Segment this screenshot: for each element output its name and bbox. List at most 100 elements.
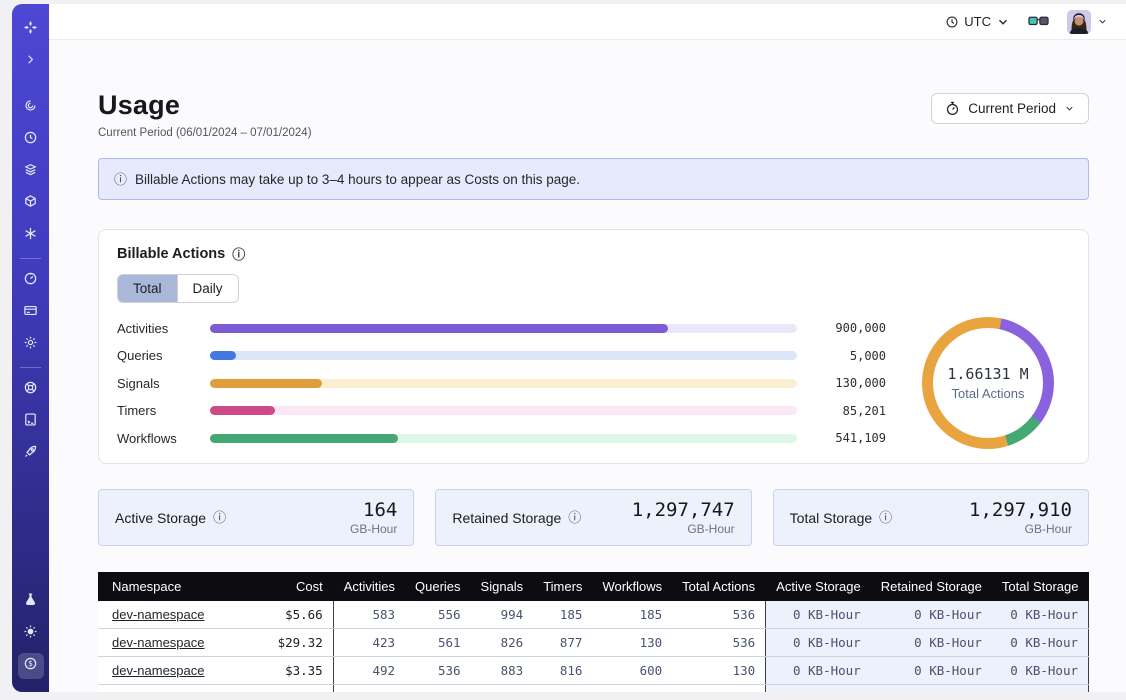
info-icon[interactable]: ⓘ bbox=[213, 511, 226, 524]
sidebar-item-docs[interactable] bbox=[18, 409, 44, 435]
stopwatch-icon bbox=[945, 101, 960, 116]
bar-fill bbox=[210, 351, 236, 360]
info-banner: ⓘ Billable Actions may take up to 3–4 ho… bbox=[98, 158, 1089, 200]
column-header-workflows[interactable]: Workflows bbox=[592, 572, 672, 601]
info-icon: ⓘ bbox=[114, 173, 127, 186]
column-header-signals[interactable]: Signals bbox=[471, 572, 534, 601]
bar-value: 130,000 bbox=[810, 376, 886, 390]
labs-flask-icon bbox=[23, 592, 38, 612]
table-cell: 0 KB-Hour bbox=[766, 629, 871, 657]
bar-value: 541,109 bbox=[810, 431, 886, 445]
info-banner-text: Billable Actions may take up to 3–4 hour… bbox=[135, 172, 580, 187]
storage-card-label-text: Total Storage bbox=[790, 510, 873, 526]
table-cell bbox=[333, 685, 405, 693]
bar-value: 900,000 bbox=[810, 321, 886, 335]
page-title: Usage bbox=[98, 90, 312, 121]
sidebar-item-collapse[interactable] bbox=[18, 49, 44, 75]
period-selector-button[interactable]: Current Period bbox=[931, 93, 1089, 124]
docs-icon bbox=[23, 412, 38, 432]
tab-total[interactable]: Total bbox=[118, 275, 177, 302]
table-cell: 883 bbox=[471, 657, 534, 685]
tab-daily[interactable]: Daily bbox=[177, 275, 238, 302]
table-cell: 185 bbox=[592, 601, 672, 629]
sidebar-item-schedules[interactable] bbox=[18, 127, 44, 153]
namespace-usage-table: NamespaceCostActivitiesQueriesSignalsTim… bbox=[98, 572, 1089, 692]
theme-sun-icon bbox=[23, 624, 38, 644]
table-cell bbox=[992, 685, 1089, 693]
total-actions-donut: 1.66131 M Total Actions bbox=[922, 317, 1054, 449]
table-row: dev-namespace$3.354925368838166001300 KB… bbox=[98, 657, 1089, 685]
sidebar-item-currency[interactable]: $ bbox=[18, 653, 44, 679]
glasses-icon[interactable] bbox=[1028, 14, 1049, 29]
table-cell: 0 KB-Hour bbox=[871, 601, 992, 629]
sidebar-item-labs-flask[interactable] bbox=[18, 589, 44, 615]
sidebar-item-billing-card[interactable] bbox=[18, 300, 44, 326]
timezone-selector[interactable]: UTC bbox=[945, 14, 1010, 29]
bar-track bbox=[210, 351, 797, 360]
currency-icon: $ bbox=[23, 656, 38, 676]
sidebar-item-temporal-logo[interactable] bbox=[18, 17, 44, 43]
top-bar: UTC bbox=[49, 4, 1126, 40]
table-cell: 185 bbox=[533, 601, 592, 629]
table-cell: 0 KB-Hour bbox=[992, 601, 1089, 629]
donut-total-label: Total Actions bbox=[952, 386, 1025, 401]
table-cell bbox=[268, 685, 334, 693]
column-header-namespace[interactable]: Namespace bbox=[98, 572, 268, 601]
column-header-total-actions[interactable]: Total Actions bbox=[672, 572, 766, 601]
storage-card-value: 1,297,747 bbox=[632, 499, 735, 521]
bar-row-workflows: Workflows 541,109 bbox=[117, 431, 886, 446]
sidebar-item-theme-sun[interactable] bbox=[18, 621, 44, 647]
clock-icon bbox=[945, 15, 959, 29]
billable-actions-title: Billable Actions bbox=[117, 246, 225, 262]
storage-card-active-storage: Active Storageⓘ164GB-Hour bbox=[98, 489, 414, 546]
column-header-timers[interactable]: Timers bbox=[533, 572, 592, 601]
sidebar-item-support-lifebuoy[interactable] bbox=[18, 377, 44, 403]
sidebar-item-usage-gauge[interactable] bbox=[18, 268, 44, 294]
sidebar-item-settings-gear[interactable] bbox=[18, 332, 44, 358]
bar-fill bbox=[210, 379, 322, 388]
period-selector-label: Current Period bbox=[968, 101, 1056, 116]
info-icon[interactable]: ⓘ bbox=[568, 511, 581, 524]
table-cell bbox=[592, 685, 672, 693]
info-icon[interactable]: ⓘ bbox=[879, 511, 892, 524]
table-cell: 0 KB-Hour bbox=[992, 657, 1089, 685]
table-cell: 826 bbox=[471, 629, 534, 657]
column-header-retained-storage[interactable]: Retained Storage bbox=[871, 572, 992, 601]
table-row: dev-namespace$29.324235618268771305360 K… bbox=[98, 629, 1089, 657]
info-icon[interactable]: ⓘ bbox=[232, 248, 245, 261]
column-header-cost[interactable]: Cost bbox=[268, 572, 334, 601]
chevron-down-icon bbox=[1097, 16, 1108, 27]
user-menu[interactable] bbox=[1067, 10, 1108, 34]
table-cell: 994 bbox=[471, 601, 534, 629]
storage-card-label: Total Storage ⓘ bbox=[790, 510, 893, 526]
bar-row-signals: Signals130,000 bbox=[117, 376, 886, 391]
sidebar-item-rocket[interactable] bbox=[18, 441, 44, 467]
collapse-icon bbox=[23, 52, 38, 72]
column-header-activities[interactable]: Activities bbox=[333, 572, 405, 601]
bar-value: 5,000 bbox=[810, 349, 886, 363]
table-cell: 0 KB-Hour bbox=[871, 657, 992, 685]
sidebar-item-deployments[interactable] bbox=[18, 191, 44, 217]
table-cell: 423 bbox=[333, 629, 405, 657]
column-header-total-storage[interactable]: Total Storage bbox=[992, 572, 1089, 601]
sidebar-item-namespaces[interactable] bbox=[18, 95, 44, 121]
table-body: dev-namespace$5.665835569941851855360 KB… bbox=[98, 601, 1089, 692]
column-header-queries[interactable]: Queries bbox=[405, 572, 471, 601]
table-cell bbox=[533, 685, 592, 693]
namespace-link[interactable]: dev-namespace bbox=[112, 663, 205, 678]
storage-card-unit: GB-Hour bbox=[632, 522, 735, 536]
bar-label: Workflows bbox=[117, 431, 197, 446]
column-header-active-storage[interactable]: Active Storage bbox=[766, 572, 871, 601]
sidebar-divider bbox=[20, 258, 41, 259]
page-subtitle: Current Period (06/01/2024 – 07/01/2024) bbox=[98, 127, 312, 139]
namespace-cell: dev-namespace bbox=[98, 629, 268, 657]
namespace-link[interactable]: dev-namespace bbox=[112, 635, 205, 650]
sidebar-item-stack[interactable] bbox=[18, 159, 44, 185]
table-cell bbox=[405, 685, 471, 693]
sidebar-item-nexus[interactable] bbox=[18, 223, 44, 249]
schedules-icon bbox=[23, 130, 38, 150]
namespace-cell: dev-namespace bbox=[98, 601, 268, 629]
table-cell bbox=[871, 685, 992, 693]
storage-card-retained-storage: Retained Storageⓘ1,297,747GB-Hour bbox=[435, 489, 751, 546]
namespace-link[interactable]: dev-namespace bbox=[112, 607, 205, 622]
